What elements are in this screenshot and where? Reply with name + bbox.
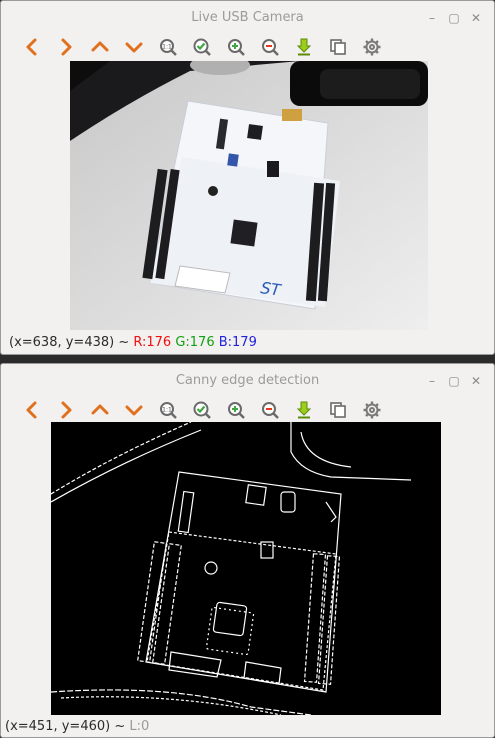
pan-right-button[interactable] [49,35,83,59]
red-value: R:176 [133,335,172,350]
minimize-icon[interactable]: – [422,371,442,391]
zoom-in-button[interactable] [219,398,253,422]
maximize-icon[interactable]: ▢ [444,8,464,28]
settings-icon [363,401,381,419]
arrow-down-icon [125,42,143,53]
zoom-actual-icon: 1:1 [160,39,177,56]
minimize-icon[interactable]: – [422,8,442,28]
zoom-fit-button[interactable] [185,35,219,59]
zoom-out-icon [262,402,279,419]
settings-button[interactable] [355,398,389,422]
edge-image-view[interactable] [51,422,441,715]
save-button[interactable] [287,35,321,59]
toolbar: 1:1 [1,398,494,422]
zoom-fit-icon [193,38,211,56]
window-title: Live USB Camera [191,10,304,25]
pan-left-button[interactable] [15,398,49,422]
svg-text:1:1: 1:1 [162,407,172,414]
zoom-out-button[interactable] [253,398,287,422]
arrow-right-icon [61,38,72,56]
window-title: Canny edge detection [175,373,320,388]
zoom-in-icon [228,402,245,419]
titlebar[interactable]: Canny edge detection – ▢ ✕ [1,364,494,398]
zoom-actual-button[interactable]: 1:1 [151,398,185,422]
pan-up-button[interactable] [83,398,117,422]
zoom-fit-button[interactable] [185,398,219,422]
pan-up-button[interactable] [83,35,117,59]
arrow-up-icon [91,41,109,52]
settings-button[interactable] [355,35,389,59]
copy-button[interactable] [321,398,355,422]
zoom-actual-icon: 1:1 [160,402,177,419]
arrow-up-icon [91,404,109,415]
copy-icon [330,39,346,55]
arrow-left-icon [26,38,37,56]
luminance-value: L:0 [129,719,150,734]
pixel-info-status: (x=451, y=460) ~ L:0 [5,719,149,734]
zoom-out-icon [262,39,279,56]
save-button[interactable] [287,398,321,422]
blue-value: B:179 [214,335,257,350]
svg-text:ST: ST [259,278,283,300]
arrow-right-icon [61,401,72,419]
cursor-coordinates: (x=638, y=438) ~ [9,335,134,350]
zoom-in-icon [228,39,245,56]
pan-right-button[interactable] [49,398,83,422]
toolbar: 1:1 [1,35,494,59]
close-icon[interactable]: ✕ [466,8,486,28]
zoom-out-button[interactable] [253,35,287,59]
canny-edge-detection-window: Canny edge detection – ▢ ✕ 1:1 (x=451, y… [0,363,495,738]
pan-down-button[interactable] [117,35,151,59]
svg-text:1:1: 1:1 [162,44,172,51]
window-controls: – ▢ ✕ [422,364,486,398]
green-value: G:176 [171,335,215,350]
live-usb-camera-window: Live USB Camera – ▢ ✕ 1:1 ST (x=638, y=4… [0,0,495,355]
zoom-in-button[interactable] [219,35,253,59]
arrow-left-icon [26,401,37,419]
pan-left-button[interactable] [15,35,49,59]
cursor-coordinates: (x=451, y=460) ~ [5,719,130,734]
arrow-down-icon [125,405,143,416]
pan-down-button[interactable] [117,398,151,422]
copy-icon [330,402,346,418]
titlebar[interactable]: Live USB Camera – ▢ ✕ [1,1,494,35]
edge-frame-image [51,422,441,715]
copy-button[interactable] [321,35,355,59]
camera-frame-image: ST [70,61,428,330]
close-icon[interactable]: ✕ [466,371,486,391]
zoom-actual-button[interactable]: 1:1 [151,35,185,59]
window-controls: – ▢ ✕ [422,1,486,35]
camera-image-view[interactable]: ST [70,61,428,330]
zoom-fit-icon [193,401,211,419]
save-icon [296,401,312,419]
maximize-icon[interactable]: ▢ [444,371,464,391]
pixel-info-status: (x=638, y=438) ~ R:176 G:176 B:179 [9,335,257,350]
save-icon [296,38,312,56]
settings-icon [363,38,381,56]
